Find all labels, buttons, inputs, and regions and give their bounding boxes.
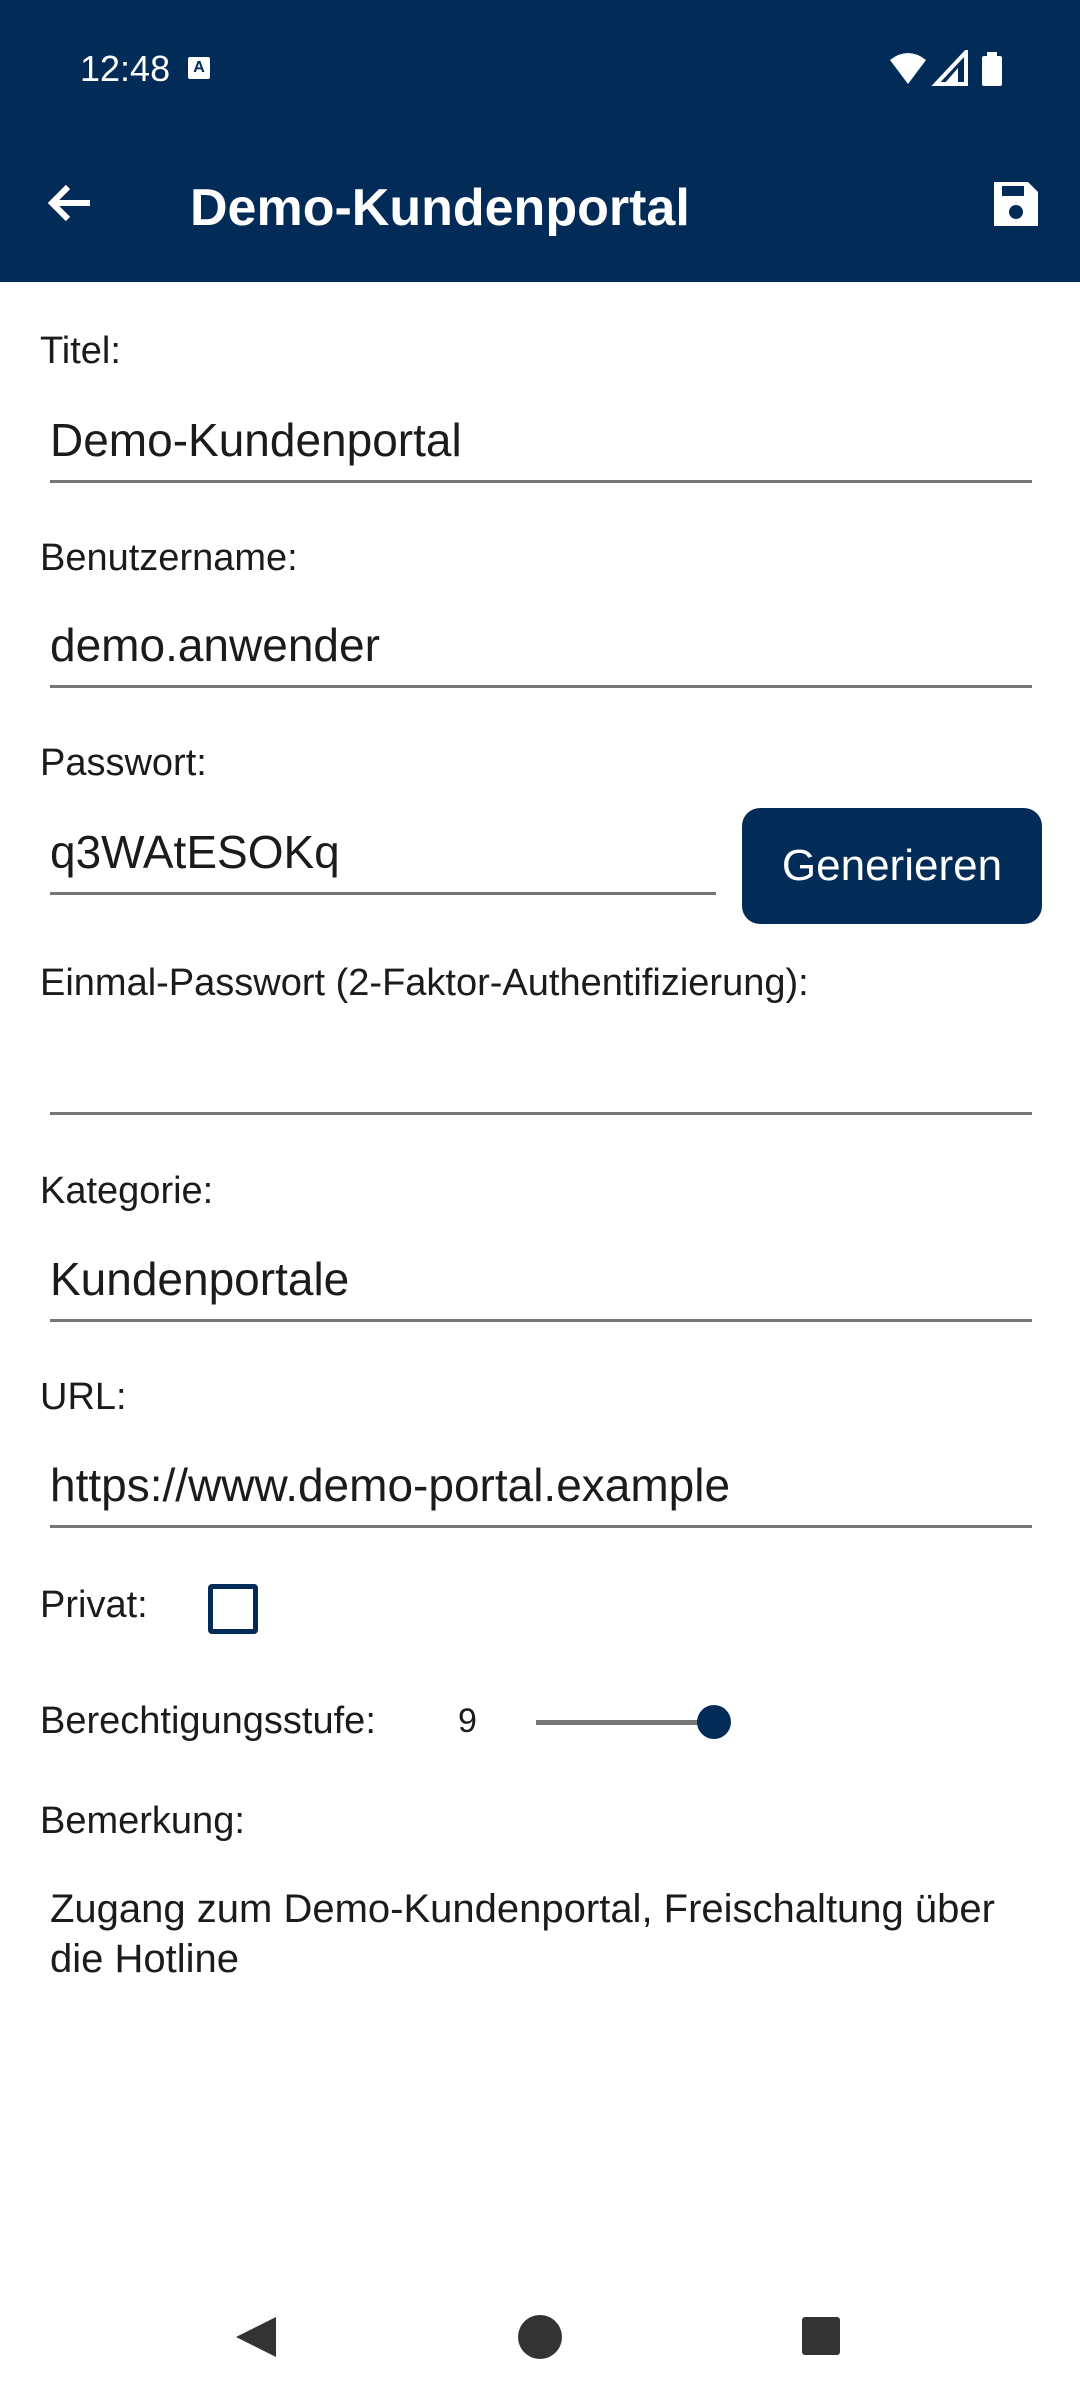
arrow-back-icon[interactable] xyxy=(40,173,100,233)
password-field[interactable]: q3WAtESOKq xyxy=(50,822,716,895)
permission-value: 9 xyxy=(458,1702,477,1740)
signal-icon xyxy=(931,46,968,86)
username-field[interactable]: demo.anwender xyxy=(50,615,1032,688)
username-label: Benutzername: xyxy=(40,537,298,579)
home-circle-icon[interactable] xyxy=(518,2315,562,2359)
title-label: Titel: xyxy=(40,330,121,372)
otp-label: Einmal-Passwort (2-Faktor-Authentifizier… xyxy=(40,962,809,1004)
back-triangle-icon[interactable] xyxy=(236,2317,276,2357)
status-bar: 12:48 A xyxy=(0,0,1080,132)
wifi-icon xyxy=(890,53,926,84)
status-time: 12:48 xyxy=(80,48,171,89)
url-field[interactable]: https://www.demo-portal.example xyxy=(50,1455,1032,1528)
password-label: Passwort: xyxy=(40,742,207,784)
category-field[interactable]: Kundenportale xyxy=(50,1249,1032,1322)
status-icons xyxy=(888,46,1008,91)
nav-bar xyxy=(0,2280,1080,2400)
slider-thumb[interactable] xyxy=(697,1705,731,1739)
generate-button[interactable]: Generieren xyxy=(742,808,1042,924)
slider-track[interactable] xyxy=(536,1720,714,1725)
private-checkbox[interactable] xyxy=(208,1584,258,1634)
remark-label: Bemerkung: xyxy=(40,1800,245,1842)
save-icon[interactable] xyxy=(988,176,1044,232)
category-label: Kategorie: xyxy=(40,1170,214,1212)
permission-label: Berechtigungsstufe: xyxy=(40,1700,376,1742)
app-bar: Demo-Kundenportal xyxy=(0,132,1080,282)
title-field[interactable]: Demo-Kundenportal xyxy=(50,410,1032,483)
remark-field[interactable]: Zugang zum Demo-Kundenportal, Freischalt… xyxy=(50,1884,1040,1984)
private-label: Privat: xyxy=(40,1584,148,1626)
battery-icon xyxy=(982,52,1002,86)
a-icon: A xyxy=(188,57,210,79)
recents-square-icon[interactable] xyxy=(802,2317,840,2355)
url-label: URL: xyxy=(40,1376,127,1418)
page-title: Demo-Kundenportal xyxy=(190,179,690,237)
otp-field[interactable] xyxy=(50,1042,1032,1115)
